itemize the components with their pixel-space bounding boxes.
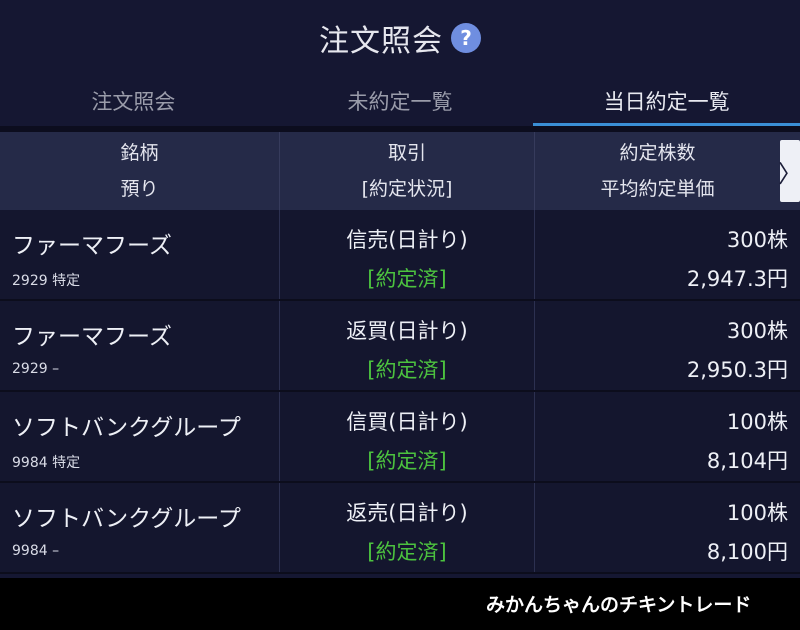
page-title: 注文照会 [319, 24, 443, 59]
stock-cell: ソフトバンクグループ 9984 – [0, 483, 280, 572]
table-row[interactable]: ファーマフーズ 2929 – 返買(日計り) [約定済] 300株 2,950.… [0, 301, 800, 392]
stock-name: ソフトバンクグループ [12, 415, 241, 441]
stock-code-custody: 9984 特定 [12, 455, 81, 471]
quantity-cell: 300株 2,947.3円 [535, 210, 800, 299]
watermark-caption: みかんちゃんのチキントレード [486, 594, 752, 616]
title-bar: 注文照会 ? [0, 0, 800, 76]
table-body: ファーマフーズ 2929 特定 信売(日計り) [約定済] 300株 2,947… [0, 210, 800, 574]
fill-status: [約定済] [367, 449, 447, 473]
table-row[interactable]: ソフトバンクグループ 9984 – 返売(日計り) [約定済] 100株 8,1… [0, 483, 800, 574]
header-stock-label: 銘柄 [120, 142, 159, 164]
filled-quantity: 300株 [726, 319, 788, 343]
fill-status: [約定済] [367, 540, 447, 564]
header-status-label: [約定状況] [361, 178, 453, 200]
trade-cell: 信売(日計り) [約定済] [280, 210, 535, 299]
trade-cell: 返買(日計り) [約定済] [280, 301, 535, 390]
stock-code-custody: 2929 – [12, 361, 60, 377]
table-row[interactable]: ファーマフーズ 2929 特定 信売(日計り) [約定済] 300株 2,947… [0, 210, 800, 301]
quantity-cell: 100株 8,100円 [535, 483, 800, 572]
quantity-cell: 100株 8,104円 [535, 392, 800, 481]
help-icon[interactable]: ? [451, 23, 481, 53]
app-window: 注文照会 ? 注文照会 未約定一覧 当日約定一覧 銘柄 預り 取引 [約定状況]… [0, 0, 800, 630]
trade-type: 返売(日計り) [346, 501, 468, 525]
tab-today-filled-list[interactable]: 当日約定一覧 [533, 76, 800, 126]
trade-type: 信買(日計り) [346, 410, 468, 434]
stock-code-custody: 2929 特定 [12, 273, 81, 289]
table-header: 銘柄 預り 取引 [約定状況] 約定株数 平均約定単価 〉 [0, 132, 800, 210]
fill-status: [約定済] [367, 358, 447, 382]
header-price-label: 平均約定単価 [600, 178, 715, 200]
filled-quantity: 100株 [726, 501, 788, 525]
tab-order-inquiry[interactable]: 注文照会 [0, 76, 267, 126]
footer-bar: みかんちゃんのチキントレード [0, 578, 800, 630]
stock-name: ソフトバンクグループ [12, 506, 241, 532]
average-price: 8,100円 [706, 540, 788, 564]
table-row[interactable]: ソフトバンクグループ 9984 特定 信買(日計り) [約定済] 100株 8,… [0, 392, 800, 483]
trade-type: 返買(日計り) [346, 319, 468, 343]
stock-cell: ファーマフーズ 2929 特定 [0, 210, 280, 299]
trade-cell: 返売(日計り) [約定済] [280, 483, 535, 572]
average-price: 2,950.3円 [686, 358, 788, 382]
header-col-trade: 取引 [約定状況] [280, 132, 535, 210]
header-custody-label: 預り [120, 178, 159, 200]
average-price: 8,104円 [706, 449, 788, 473]
stock-name: ファーマフーズ [12, 233, 172, 259]
chevron-right-icon[interactable]: 〉 [778, 140, 800, 202]
filled-quantity: 100株 [726, 410, 788, 434]
fill-status: [約定済] [367, 267, 447, 291]
tab-bar: 注文照会 未約定一覧 当日約定一覧 [0, 76, 800, 126]
header-quantity-label: 約定株数 [619, 142, 696, 164]
trade-type: 信売(日計り) [346, 228, 468, 252]
trade-cell: 信買(日計り) [約定済] [280, 392, 535, 481]
header-col-quantity: 約定株数 平均約定単価 [535, 132, 780, 210]
stock-code-custody: 9984 – [12, 543, 60, 559]
stock-cell: ファーマフーズ 2929 – [0, 301, 280, 390]
filled-quantity: 300株 [726, 228, 788, 252]
tab-unfilled-list[interactable]: 未約定一覧 [267, 76, 534, 126]
header-trade-label: 取引 [387, 142, 426, 164]
quantity-cell: 300株 2,950.3円 [535, 301, 800, 390]
stock-cell: ソフトバンクグループ 9984 特定 [0, 392, 280, 481]
header-col-stock: 銘柄 預り [0, 132, 280, 210]
average-price: 2,947.3円 [686, 267, 788, 291]
stock-name: ファーマフーズ [12, 324, 172, 350]
